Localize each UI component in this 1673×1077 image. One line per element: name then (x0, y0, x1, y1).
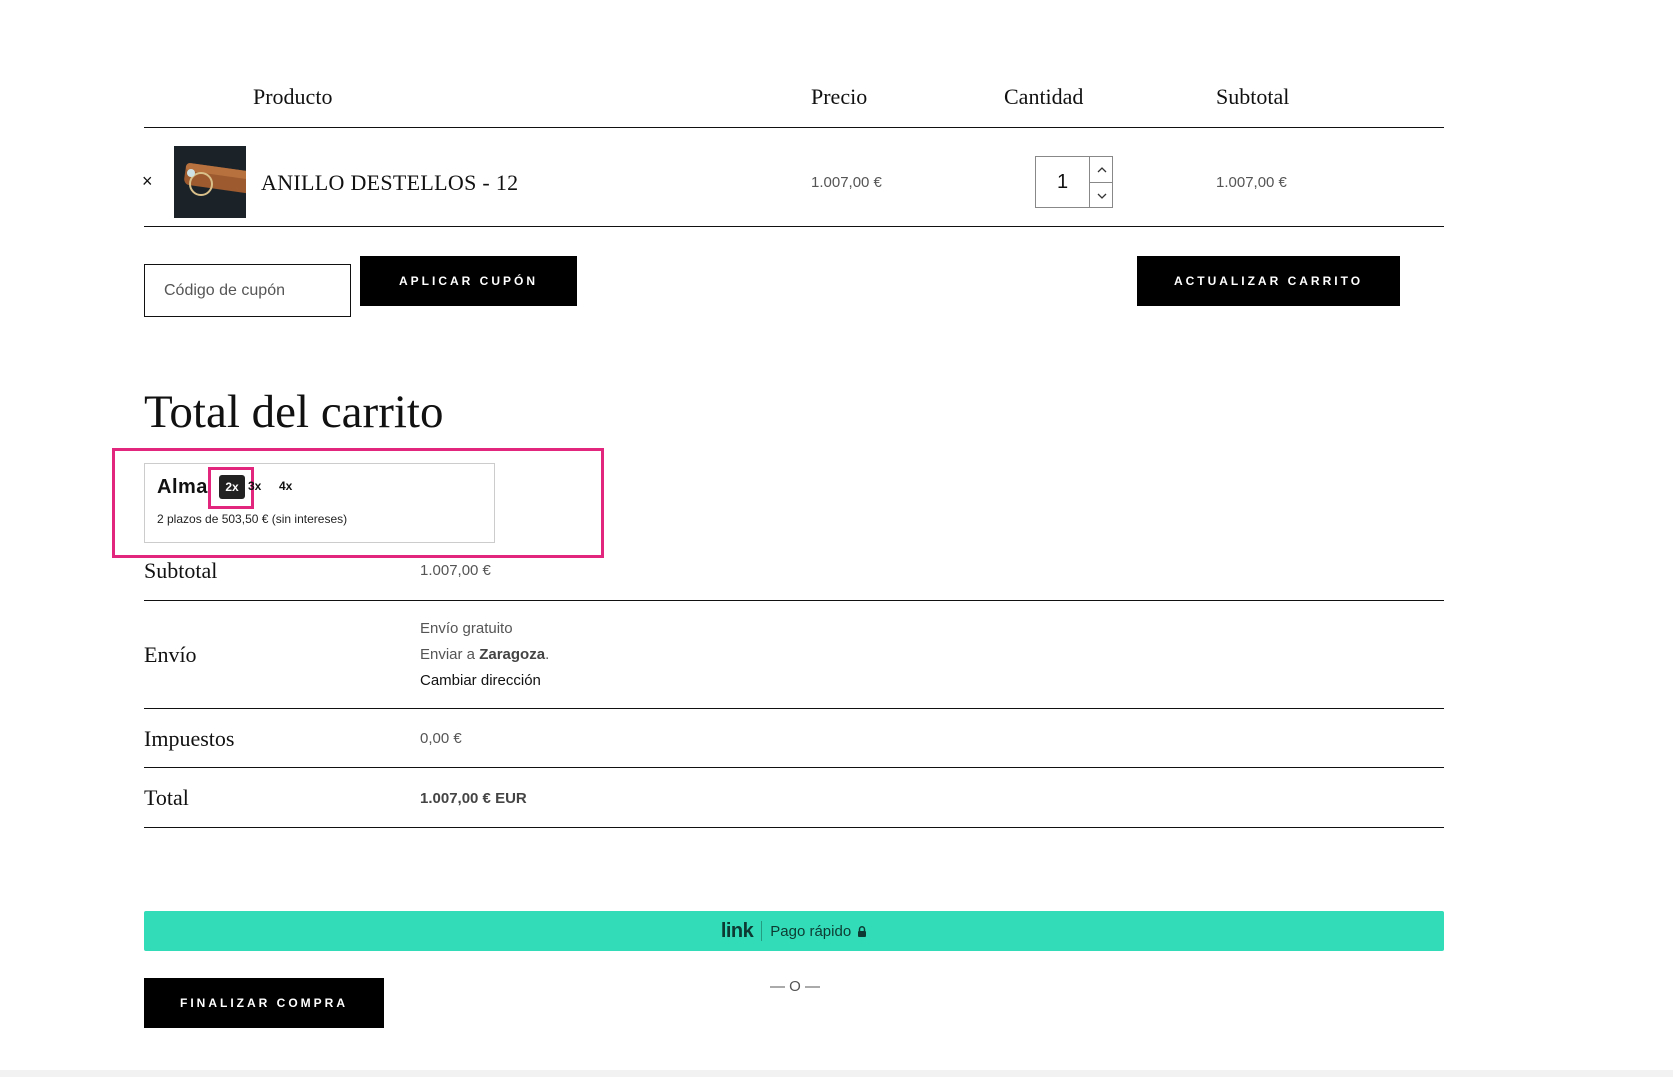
header-product: Producto (253, 84, 333, 109)
header-quantity: Cantidad (1004, 84, 1084, 109)
express-checkout-label: Pago rápido (770, 922, 852, 940)
quantity-input[interactable]: 1 (1036, 157, 1089, 207)
update-cart-button[interactable]: ACTUALIZAR CARRITO (1137, 256, 1400, 306)
taxes-value: 0,00 € (420, 730, 462, 747)
item-subtotal: 1.007,00 € (1216, 174, 1287, 191)
alma-option-4x[interactable]: 4x (279, 479, 292, 493)
alma-logo: Alma (157, 476, 208, 498)
page-bottom-edge (0, 1070, 1673, 1077)
header-price: Precio (811, 84, 868, 109)
increase-quantity-button[interactable] (1090, 157, 1113, 182)
or-separator: — O — (770, 978, 821, 995)
taxes-label: Impuestos (144, 726, 235, 751)
alma-option-3x[interactable]: 3x (248, 479, 261, 493)
taxes-divider (144, 767, 1444, 768)
ring-photo (174, 146, 246, 218)
product-name-link[interactable]: ANILLO DESTELLOS - 12 (261, 170, 518, 196)
total-value: 1.007,00 € EUR (420, 790, 527, 807)
cart-totals-title: Total del carrito (144, 386, 444, 438)
link-logo: link (720, 919, 754, 942)
checkout-button[interactable]: FINALIZAR COMPRA (144, 978, 384, 1028)
quantity-buttons (1089, 157, 1113, 207)
shipping-destination: Enviar a Zaragoza. (420, 646, 549, 663)
link-express-checkout-button[interactable]: link Pago rápido (144, 911, 1444, 951)
coupon-code-input[interactable] (144, 264, 351, 317)
subtotal-divider (144, 600, 1444, 601)
lock-icon (858, 925, 867, 937)
alma-widget (144, 463, 495, 543)
remove-item-button[interactable]: × (142, 171, 153, 192)
product-thumbnail[interactable] (174, 146, 246, 218)
link-separator (761, 921, 763, 941)
subtotal-label: Subtotal (144, 558, 218, 583)
item-price: 1.007,00 € (811, 174, 882, 191)
chevron-down-icon (1097, 193, 1106, 199)
alma-installments-text: 2 plazos de 503,50 € (sin intereses) (157, 512, 348, 526)
chevron-up-icon (1097, 166, 1106, 172)
shipping-method: Envío gratuito (420, 620, 513, 637)
change-address-link[interactable]: Cambiar dirección (420, 672, 541, 689)
apply-coupon-button[interactable]: APLICAR CUPÓN (360, 256, 577, 306)
header-subtotal: Subtotal (1216, 84, 1290, 109)
subtotal-value: 1.007,00 € (420, 562, 491, 579)
shipping-city: Zaragoza (479, 646, 546, 663)
quantity-stepper: 1 (1035, 156, 1113, 208)
item-divider (144, 226, 1444, 227)
shipping-to-suffix: . (545, 646, 550, 663)
shipping-divider (144, 708, 1444, 709)
shipping-to-prefix: Enviar a (420, 646, 480, 663)
shipping-label: Envío (144, 642, 197, 667)
header-divider (144, 127, 1444, 128)
total-divider (144, 827, 1444, 828)
total-label: Total (144, 785, 189, 810)
decrease-quantity-button[interactable] (1090, 182, 1113, 208)
